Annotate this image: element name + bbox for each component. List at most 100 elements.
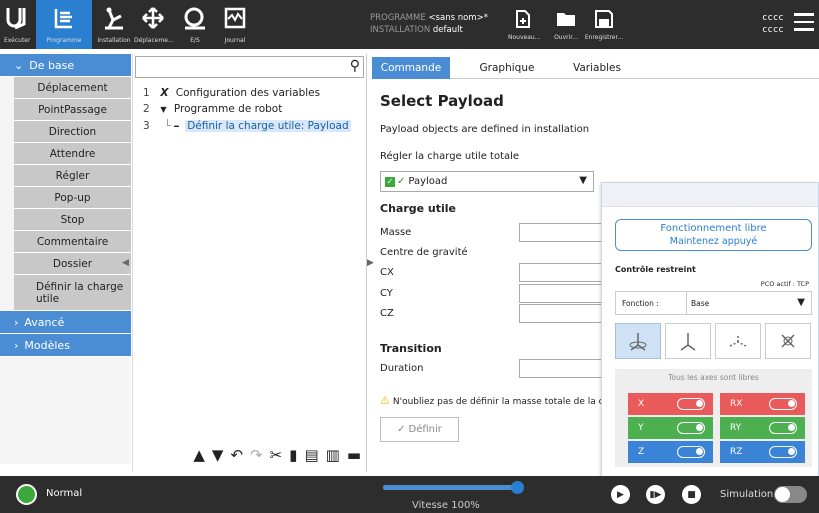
sidebar-item-set-payload[interactable]: Définir la charge utile: [14, 275, 131, 311]
save-button[interactable]: Enregistrer...: [584, 4, 624, 41]
mode-free-icon[interactable]: [615, 323, 661, 359]
stop-icon[interactable]: ■: [682, 485, 701, 504]
freedrive-header[interactable]: [602, 183, 818, 207]
section-basic[interactable]: ⌄ De base: [0, 54, 131, 77]
nav-installation[interactable]: Installation: [95, 0, 133, 49]
move-up-icon[interactable]: ▲: [193, 446, 205, 464]
section-templates[interactable]: › Modèles: [0, 334, 131, 357]
cy-label: CY: [380, 288, 393, 299]
axis-rz-toggle[interactable]: RZ: [720, 441, 805, 463]
undo-icon[interactable]: ↶: [230, 446, 243, 464]
define-button[interactable]: ✓ Définir: [380, 417, 459, 442]
cz-field[interactable]: [519, 304, 609, 323]
suppress-icon[interactable]: ▬: [347, 446, 361, 464]
payload-icon: ━: [174, 122, 179, 131]
axis-x-toggle[interactable]: X: [628, 393, 713, 415]
function-dropdown[interactable]: Fonction : Base ▼: [615, 291, 812, 315]
mass-label: Masse: [380, 227, 412, 238]
status-indicator-icon[interactable]: [16, 484, 37, 505]
freedrive-panel: Fonctionnement libre Maintenez appuyé Co…: [601, 182, 819, 482]
collapse-right-icon[interactable]: ▶: [367, 258, 374, 268]
freedrive-button[interactable]: Fonctionnement libre Maintenez appuyé: [615, 219, 812, 251]
simulation-toggle[interactable]: [774, 486, 807, 503]
sidebar-item-set[interactable]: Régler: [14, 165, 131, 187]
chevron-down-icon: ⌄: [14, 58, 24, 72]
tree-row[interactable]: 2 ▼ Programme de robot: [143, 103, 282, 115]
tree-search-input[interactable]: ⚲: [135, 56, 364, 78]
open-button[interactable]: Ouvrir...: [552, 4, 580, 41]
tree-toolbar: ▲ ▼ ↶ ↷ ✂ ▮ ▤ ▥ ▬: [133, 441, 367, 469]
tab-command[interactable]: Commande: [372, 57, 450, 79]
section-advanced-label: Avancé: [24, 315, 65, 329]
axis-rx-toggle[interactable]: RX: [720, 393, 805, 415]
chevron-right-icon: ›: [14, 338, 19, 352]
collapse-left-icon[interactable]: ◀: [122, 258, 129, 268]
tab-graphics[interactable]: Graphique: [472, 57, 542, 79]
nav-move-label: Déplaceme...: [134, 37, 174, 44]
divider: [686, 292, 687, 314]
expand-triangle-icon[interactable]: ▼: [160, 105, 166, 114]
duration-field[interactable]: [519, 359, 609, 378]
sidebar-item-comment[interactable]: Commentaire: [14, 231, 131, 253]
transition-heading: Transition: [380, 342, 442, 355]
save-icon: [584, 4, 624, 34]
tree-row-text: Définir la charge utile: Payload: [185, 120, 351, 132]
toggle-icon: [677, 446, 705, 458]
sidebar-item-stop[interactable]: Stop: [14, 209, 131, 231]
payload-dropdown[interactable]: ✓ ✓ Payload ▼: [380, 171, 594, 192]
nav-move[interactable]: Déplaceme...: [134, 0, 174, 49]
section-templates-label: Modèles: [24, 338, 70, 352]
hamburger-menu-icon[interactable]: [794, 13, 814, 35]
axis-y-toggle[interactable]: Y: [628, 417, 713, 439]
speed-slider[interactable]: [383, 481, 524, 494]
new-file-icon: [508, 4, 538, 34]
cut-icon[interactable]: ✂: [270, 446, 283, 464]
section-advanced[interactable]: › Avancé: [0, 311, 131, 334]
warning-text: N'oubliez pas de définir la masse totale…: [392, 397, 604, 407]
nav-program[interactable]: Programme: [36, 0, 92, 49]
status-text: Normal: [46, 488, 83, 499]
mode-rotation-icon[interactable]: [765, 323, 811, 359]
mass-field[interactable]: [519, 223, 609, 242]
axis-z-toggle[interactable]: Z: [628, 441, 713, 463]
axis-label: RZ: [730, 447, 743, 457]
top-bar: Exécuter Programme Installation Déplacem…: [0, 0, 819, 49]
play-icon[interactable]: ▶: [611, 485, 630, 504]
delete-icon[interactable]: ▥: [326, 446, 340, 464]
nav-log[interactable]: Journal: [218, 0, 252, 49]
simulation-label: Simulation: [720, 489, 774, 500]
freedrive-subtitle: Maintenez appuyé: [669, 236, 758, 247]
program-tree-panel: ⚲ 1 X Configuration des variables 2 ▼ Pr…: [132, 54, 367, 472]
sidebar-item-popup[interactable]: Pop-up: [14, 187, 131, 209]
cx-field[interactable]: [519, 263, 609, 282]
sidebar-item-move[interactable]: Déplacement: [14, 77, 131, 99]
section-basic-label: De base: [29, 58, 75, 72]
paste-icon[interactable]: ▤: [304, 446, 318, 464]
tree-row[interactable]: 1 X Configuration des variables: [143, 87, 320, 99]
copy-icon[interactable]: ▮: [289, 446, 297, 464]
sidebar-item-waypoint[interactable]: PointPassage: [14, 99, 131, 121]
freedrive-title: Fonctionnement libre: [660, 223, 767, 234]
axis-ry-toggle[interactable]: RY: [720, 417, 805, 439]
speed-slider-handle[interactable]: [511, 481, 524, 494]
nav-run-label: Exécuter: [4, 37, 31, 44]
axes-box: Tous les axes sont libres X RX Y RY Z RZ: [615, 369, 812, 467]
move-down-icon[interactable]: ▼: [212, 446, 224, 464]
nav-io[interactable]: E/S: [180, 0, 210, 49]
redo-icon[interactable]: ↷: [250, 446, 263, 464]
tree-row-text: Programme de robot: [173, 103, 283, 115]
chevron-right-icon: ›: [14, 315, 19, 329]
sidebar-item-direction[interactable]: Direction: [14, 121, 131, 143]
mode-translation-icon[interactable]: [715, 323, 761, 359]
sidebar-item-wait[interactable]: Attendre: [14, 143, 131, 165]
cx-label: CX: [380, 267, 394, 278]
caret-down-icon: ▼: [797, 297, 805, 308]
step-icon[interactable]: ▮▶: [646, 485, 665, 504]
tab-variables[interactable]: Variables: [564, 57, 630, 79]
mode-plane-icon[interactable]: [665, 323, 711, 359]
speed-fill: [383, 485, 518, 490]
new-button[interactable]: Nouveau...: [508, 4, 540, 41]
tree-row-selected[interactable]: 3 └ ━ Définir la charge utile: Payload: [143, 120, 351, 132]
sidebar-item-folder[interactable]: Dossier: [14, 253, 131, 275]
cy-field[interactable]: [519, 284, 609, 303]
